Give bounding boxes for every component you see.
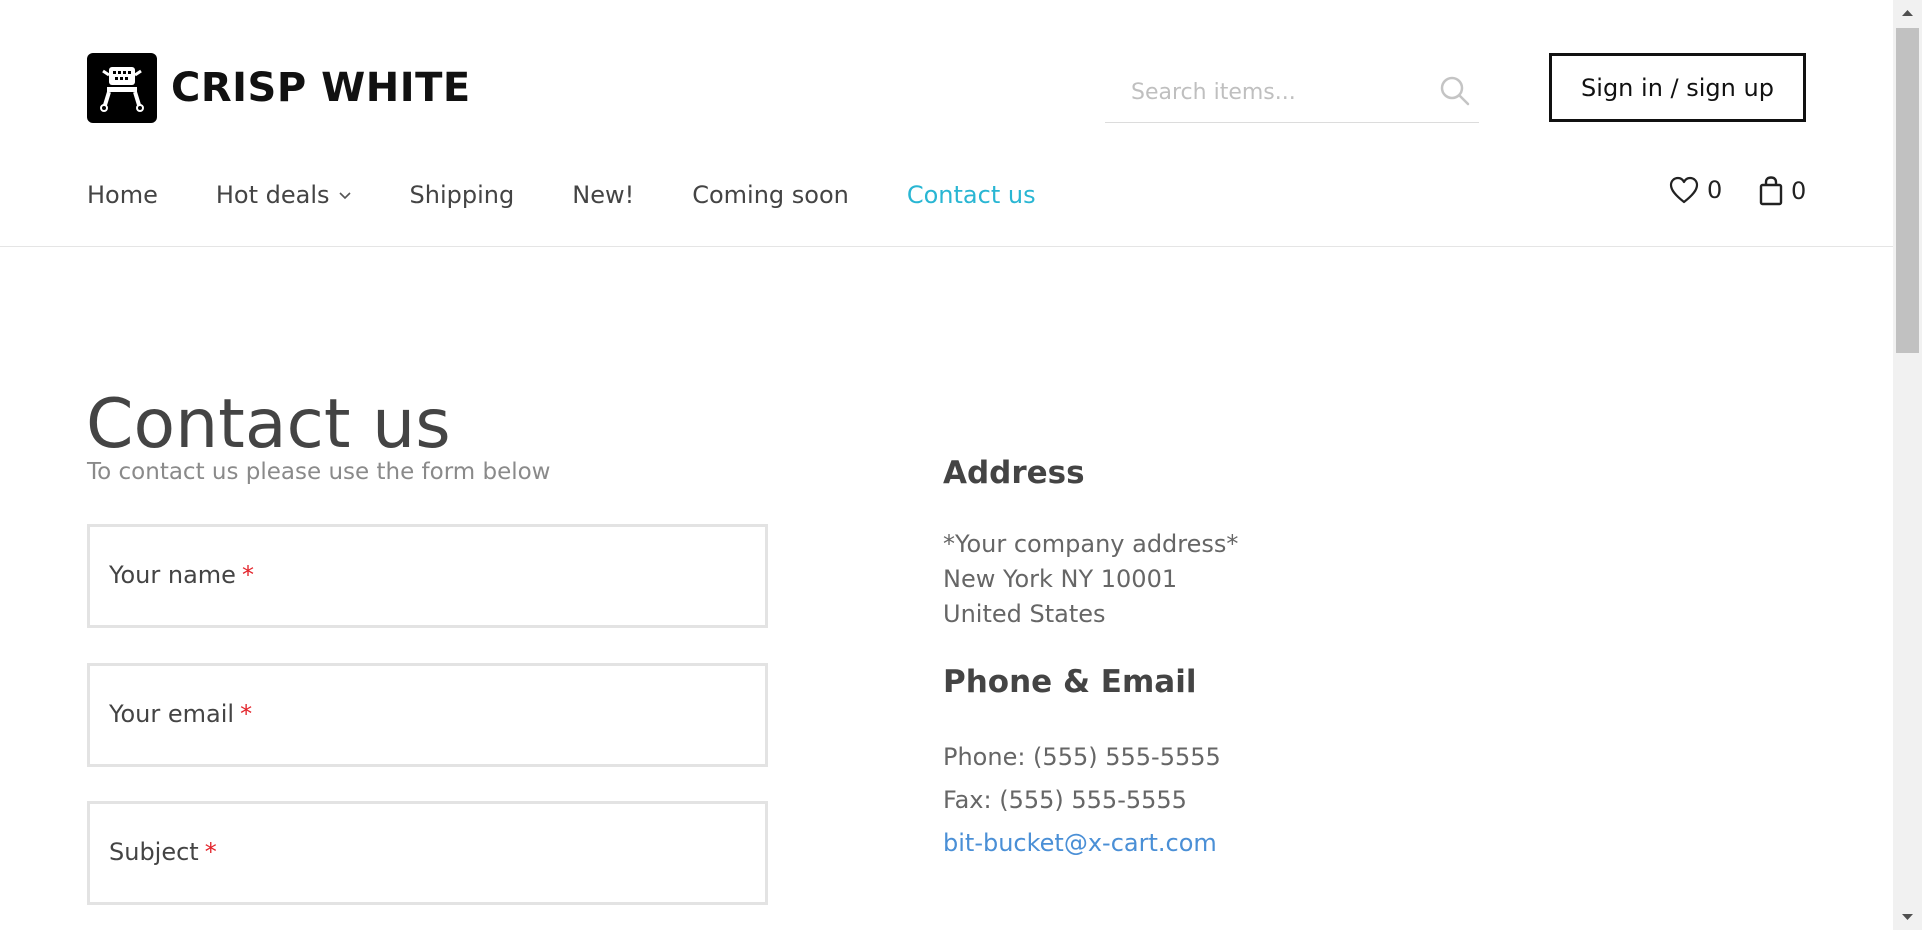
phone-email-heading: Phone & Email [943,664,1197,700]
nav-item-coming-soon[interactable]: Coming soon [692,181,849,209]
search-icon[interactable] [1437,73,1473,109]
address-line: United States [943,600,1106,628]
email-input[interactable] [90,666,769,766]
wishlist-button[interactable]: 0 [1669,176,1722,204]
email-field[interactable]: Your email * [87,663,769,767]
search-input[interactable] [1129,71,1423,113]
chevron-down-icon [338,192,351,200]
main-nav: Home Hot deals Shipping New! Coming soon… [87,175,1094,215]
page-title: Contact us [86,384,451,464]
shopping-bag-icon [1759,176,1783,206]
subject-field[interactable]: Subject * [87,801,769,905]
subject-input[interactable] [90,804,769,904]
name-input[interactable] [90,527,769,627]
nav-item-shipping[interactable]: Shipping [410,181,515,209]
nav-item-home[interactable]: Home [87,181,158,209]
scroll-up-arrow-icon[interactable] [1893,0,1922,26]
nav-item-contact-us[interactable]: Contact us [907,181,1036,209]
name-field[interactable]: Your name * [87,524,769,628]
signin-button[interactable]: Sign in / sign up [1549,53,1806,122]
logo-text: CRISP WHITE [171,65,471,111]
nav-item-hot-deals[interactable]: Hot deals [216,181,352,209]
form-intro: To contact us please use the form below [87,459,551,485]
nav-item-new[interactable]: New! [572,181,634,209]
address-line: *Your company address* [943,530,1239,558]
address-heading: Address [943,455,1085,491]
cart-count: 0 [1791,177,1807,205]
address-line: New York NY 10001 [943,565,1178,593]
address-block: *Your company address* New York NY 10001… [943,527,1238,632]
search-box [1105,65,1479,123]
fax-number: Fax: (555) 555-5555 [943,786,1187,814]
nav-item-label: Hot deals [215,181,330,209]
page: CRISP WHITE Sign in / sign up Home Hot d… [0,0,1893,930]
heart-icon [1669,176,1699,204]
header-divider [0,246,1893,247]
scrollbar[interactable] [1893,0,1922,930]
email-link[interactable]: bit-bucket@x-cart.com [943,829,1217,857]
logo-icon [87,53,157,123]
cart-button[interactable]: 0 [1759,176,1806,206]
phone-number: Phone: (555) 555-5555 [943,743,1221,771]
scrollbar-thumb[interactable] [1896,28,1919,353]
scroll-down-arrow-icon[interactable] [1893,904,1922,930]
wishlist-count: 0 [1707,176,1723,204]
logo[interactable]: CRISP WHITE [87,53,471,123]
